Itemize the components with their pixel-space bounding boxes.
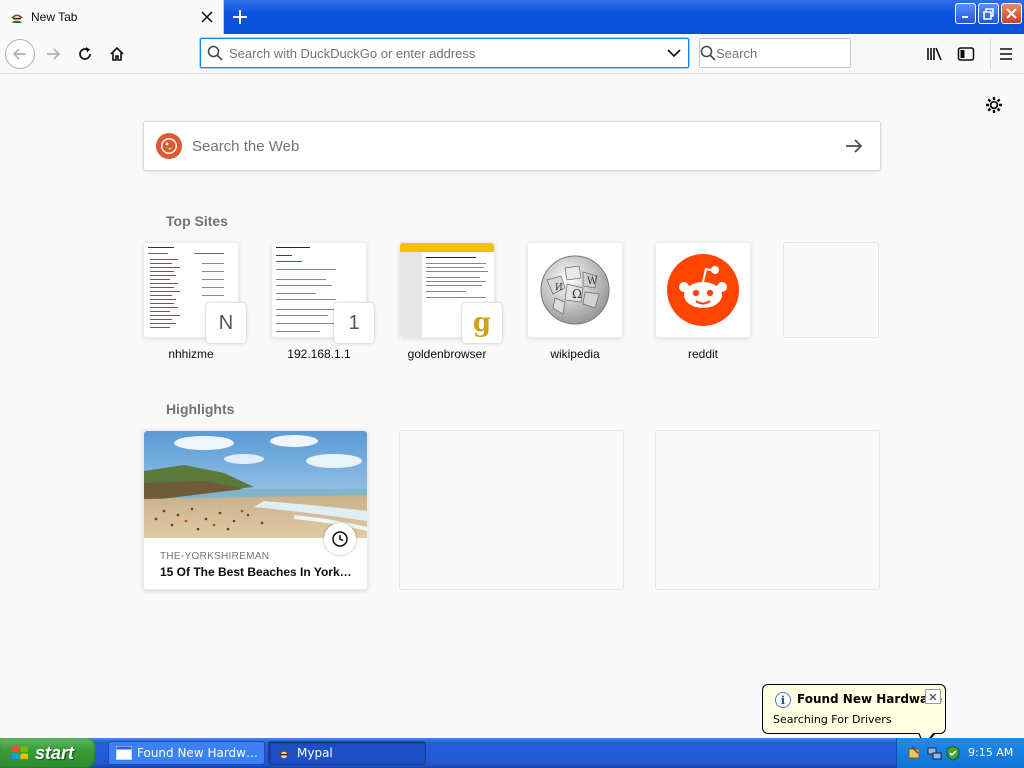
clock-time: 9:15 AM (968, 746, 1014, 759)
forward-button[interactable] (38, 39, 68, 69)
top-site-tile-empty (783, 242, 879, 338)
home-icon (110, 46, 124, 61)
top-site-tile-wikipedia[interactable]: Ω W И (527, 242, 623, 338)
beach-photo (144, 431, 367, 538)
url-input[interactable] (229, 45, 660, 61)
taskbar-item-label: Found New Hardware... (137, 746, 262, 760)
clock-icon (324, 523, 356, 555)
forward-arrow-icon (47, 48, 61, 60)
new-tab-page: Top Sites (0, 75, 1024, 738)
url-dropdown-chevron-down-icon[interactable] (660, 48, 688, 58)
tab-title: New Tab (31, 10, 78, 24)
sidebar-icon (957, 47, 975, 61)
gear-icon[interactable] (982, 93, 1006, 117)
pirate-favicon-icon (9, 9, 25, 25)
search-bar[interactable] (699, 38, 892, 68)
taskbar-item-label: Mypal (297, 746, 333, 760)
notification-balloon[interactable]: i Found New Hardware Searching For Drive… (762, 684, 946, 747)
web-search-input[interactable] (192, 137, 834, 155)
top-site-tile-reddit[interactable] (655, 242, 751, 338)
navigation-toolbar (0, 34, 1024, 74)
reload-button[interactable] (70, 39, 100, 69)
info-icon: i (775, 692, 791, 708)
highlights-heading: Highlights (166, 401, 235, 417)
menu-button[interactable] (990, 39, 1020, 69)
top-site-label: 192.168.1.1 (287, 347, 351, 361)
svg-text:Ω: Ω (572, 287, 582, 301)
balloon-text: Searching For Drivers (773, 713, 892, 726)
goldenbrowser-logo-icon: g (462, 303, 502, 343)
close-icon[interactable] (1001, 3, 1022, 24)
web-search-box[interactable] (143, 121, 881, 171)
network-icon[interactable] (927, 745, 943, 761)
home-button[interactable] (102, 39, 132, 69)
tab-new-tab[interactable]: New Tab (0, 0, 224, 34)
search-input[interactable] (716, 45, 892, 61)
site-badge: N (206, 303, 246, 343)
reddit-logo-icon (656, 243, 750, 337)
url-bar[interactable] (200, 38, 689, 68)
site-badge: g (472, 308, 492, 338)
highlight-source: THE-YORKSHIREMAN (160, 551, 270, 562)
windows-flag-icon (10, 743, 30, 763)
wikipedia-globe-icon: Ω W И (528, 243, 622, 337)
pirate-favicon-icon (276, 746, 292, 760)
tab-close-icon[interactable] (197, 7, 217, 27)
sidebar-button[interactable] (951, 39, 981, 69)
search-icon (700, 45, 716, 61)
top-site-tile-nhhizme[interactable]: N (143, 242, 246, 343)
security-shield-icon[interactable] (945, 745, 961, 761)
library-button[interactable] (920, 39, 950, 69)
hardware-icon[interactable] (907, 745, 923, 761)
taskbar-item-mypal[interactable]: Mypal (268, 741, 426, 765)
site-badge: 1 (334, 303, 374, 343)
highlight-card[interactable]: THE-YORKSHIREMAN 15 Of The Best Beaches … (143, 430, 368, 590)
hamburger-icon (999, 48, 1012, 60)
window-icon (116, 746, 132, 760)
balloon-close-icon[interactable] (925, 689, 941, 704)
top-site-label: nhhizme (168, 347, 214, 361)
top-site-tile-goldenbrowser[interactable]: g (399, 242, 502, 343)
top-site-label: reddit (687, 347, 719, 361)
new-tab-button[interactable] (226, 3, 254, 31)
highlight-card-empty (655, 430, 880, 590)
svg-text:W: W (587, 276, 598, 287)
search-icon (201, 45, 229, 61)
top-sites-heading: Top Sites (166, 213, 228, 229)
start-label: start (35, 742, 75, 763)
top-site-label: goldenbrowser (407, 347, 487, 361)
taskbar-item-found-new-hardware[interactable]: Found New Hardware... (108, 741, 265, 765)
back-arrow-icon (12, 48, 26, 60)
highlight-card-empty (399, 430, 624, 590)
reload-icon (79, 47, 91, 60)
start-button[interactable]: start (0, 738, 96, 768)
svg-text:И: И (555, 283, 563, 293)
maximize-icon[interactable] (978, 3, 999, 24)
taskbar: start Found New Hardware... Mypal 9:15 A… (0, 738, 1024, 768)
highlight-title: 15 Of The Best Beaches In Yorkshire (160, 565, 355, 579)
arrow-right-icon[interactable] (834, 126, 874, 166)
top-site-label: wikipedia (550, 347, 600, 361)
balloon-title: Found New Hardware (797, 692, 943, 706)
minimize-icon[interactable] (955, 3, 976, 24)
tab-strip: New Tab (0, 0, 1024, 34)
library-icon (927, 47, 942, 61)
back-button[interactable] (5, 39, 35, 69)
top-site-tile-192-168-1-1[interactable]: 1 (271, 242, 374, 343)
duckduckgo-logo-icon (156, 133, 182, 159)
system-tray: 9:15 AM (896, 738, 1024, 768)
